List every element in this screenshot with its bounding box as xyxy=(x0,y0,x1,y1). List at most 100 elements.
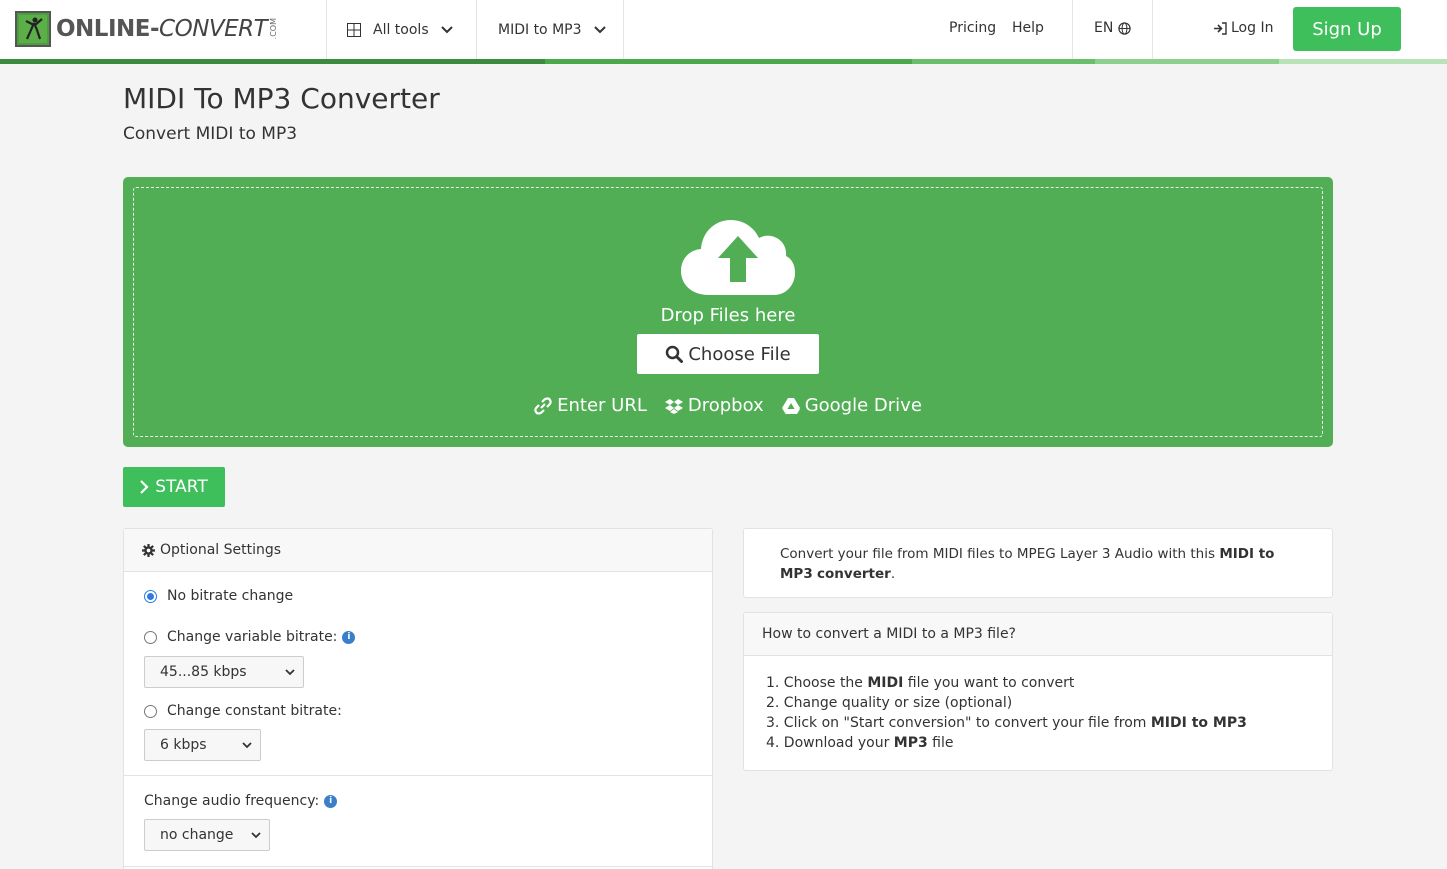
how-to-step: 2. Change quality or size (optional) xyxy=(766,695,1013,711)
progress-segment xyxy=(1279,59,1447,64)
audio-frequency-text: Change audio frequency: xyxy=(144,793,320,809)
chevron-down-icon xyxy=(593,25,606,33)
choose-file-button[interactable]: Choose File xyxy=(637,334,819,374)
how-to-step: 1. Choose the MIDI file you want to conv… xyxy=(766,673,1247,693)
language-label: EN xyxy=(1094,20,1114,36)
header-divider xyxy=(1152,0,1153,59)
step-text: file xyxy=(927,735,954,751)
all-tools-dropdown[interactable]: All tools xyxy=(347,0,453,59)
upload-sources: Enter URL Dropbox Google Drive xyxy=(134,395,1322,416)
variable-bitrate-option[interactable]: Change variable bitrate: i xyxy=(144,629,356,645)
no-bitrate-option[interactable]: No bitrate change xyxy=(144,588,293,604)
progress-stripe xyxy=(0,59,1447,64)
constant-bitrate-select[interactable]: 6 kbps xyxy=(144,729,261,761)
progress-segment xyxy=(912,59,1095,64)
search-icon xyxy=(666,345,684,363)
step-text: 4. Download your xyxy=(766,735,894,751)
how-to-step: 3. Click on "Start conversion" to conver… xyxy=(766,713,1247,733)
choose-file-label: Choose File xyxy=(688,343,791,365)
variable-bitrate-radio[interactable] xyxy=(144,630,157,644)
settings-divider xyxy=(124,775,712,776)
step-bold: MIDI xyxy=(867,675,904,691)
logo-alt-text: CONVERT xyxy=(159,16,268,42)
dropbox-icon xyxy=(664,398,683,414)
gear-icon xyxy=(142,543,155,557)
variable-bitrate-value: 45...85 kbps xyxy=(160,664,247,680)
how-to-step: 4. Download your MP3 file xyxy=(766,733,1247,753)
audio-frequency-value: no change xyxy=(160,827,234,843)
audio-frequency-label: Change audio frequency: i xyxy=(144,793,338,809)
step-bold: MIDI to MP3 xyxy=(1150,715,1247,731)
constant-bitrate-value: 6 kbps xyxy=(160,737,207,753)
step-text: 3. Click on "Start conversion" to conver… xyxy=(766,715,1151,731)
page-subtitle: Convert MIDI to MP3 xyxy=(123,124,298,144)
cloud-upload-icon xyxy=(681,220,795,295)
variable-bitrate-label: Change variable bitrate: xyxy=(167,629,338,645)
site-logo[interactable]: ONLINE-CONVERT .COM xyxy=(15,11,278,47)
google-drive-icon xyxy=(781,397,800,414)
all-tools-label: All tools xyxy=(373,21,429,38)
settings-title: Optional Settings xyxy=(160,542,282,558)
converter-dropdown[interactable]: MIDI to MP3 xyxy=(498,0,606,59)
header-divider xyxy=(476,0,477,59)
sign-in-icon xyxy=(1214,21,1227,35)
audio-frequency-select[interactable]: no change xyxy=(144,819,270,851)
step-bold: MP3 xyxy=(893,735,928,751)
description-bold-2: converter xyxy=(817,566,891,582)
progress-segment xyxy=(545,59,912,64)
constant-bitrate-radio[interactable] xyxy=(144,704,157,718)
language-selector[interactable]: EN xyxy=(1094,20,1132,36)
constant-bitrate-option[interactable]: Change constant bitrate: xyxy=(144,703,342,719)
step-text: file you want to convert xyxy=(903,675,1075,691)
chevron-down-icon xyxy=(440,25,453,33)
settings-divider xyxy=(124,866,712,867)
dropbox-label: Dropbox xyxy=(687,395,764,416)
chevron-down-icon xyxy=(242,741,252,748)
sign-up-button[interactable]: Sign Up xyxy=(1293,7,1401,51)
google-drive-button[interactable]: Google Drive xyxy=(781,395,922,416)
header-divider xyxy=(623,0,624,59)
login-label: Log In xyxy=(1231,20,1274,36)
enter-url-label: Enter URL xyxy=(557,395,647,416)
start-label: START xyxy=(155,477,208,497)
converter-description: Convert your file from MIDI files to MPE… xyxy=(743,528,1333,598)
enter-url-button[interactable]: Enter URL xyxy=(534,395,647,416)
logo-figure-icon xyxy=(15,11,51,47)
login-link[interactable]: Log In xyxy=(1213,20,1273,36)
info-icon[interactable]: i xyxy=(324,794,338,808)
link-icon xyxy=(534,396,552,415)
top-header: ONLINE-CONVERT .COM All tools MIDI to MP… xyxy=(0,0,1447,59)
dropbox-button[interactable]: Dropbox xyxy=(664,395,764,416)
google-drive-label: Google Drive xyxy=(804,395,922,416)
help-link[interactable]: Help xyxy=(1012,20,1044,36)
logo-main-text: ONLINE- xyxy=(56,16,160,42)
settings-header: Optional Settings xyxy=(124,529,712,572)
constant-bitrate-label: Change constant bitrate: xyxy=(167,703,342,719)
start-button[interactable]: START xyxy=(123,467,225,507)
progress-segment xyxy=(0,59,545,64)
grid-icon xyxy=(347,22,361,37)
file-drop-zone[interactable]: Drop Files here Choose File Enter URL Dr… xyxy=(123,177,1333,447)
description-end: . xyxy=(890,566,896,582)
globe-icon xyxy=(1118,21,1132,35)
how-to-steps: 1. Choose the MIDI file you want to conv… xyxy=(766,673,1247,753)
chevron-down-icon xyxy=(251,831,261,838)
no-bitrate-label: No bitrate change xyxy=(167,588,294,604)
how-to-panel: How to convert a MIDI to a MP3 file? 1. … xyxy=(743,612,1333,771)
page-title: MIDI To MP3 Converter xyxy=(123,82,440,115)
header-divider xyxy=(326,0,327,59)
no-bitrate-radio[interactable] xyxy=(144,589,157,603)
chevron-down-icon xyxy=(285,668,295,675)
step-text: 1. Choose the xyxy=(766,675,868,691)
logo-wordmark: ONLINE-CONVERT xyxy=(56,16,268,42)
chevron-right-icon xyxy=(140,480,149,494)
drop-zone-border: Drop Files here Choose File Enter URL Dr… xyxy=(133,187,1323,437)
logo-com-text: .COM xyxy=(269,18,279,40)
variable-bitrate-select[interactable]: 45...85 kbps xyxy=(144,656,304,688)
info-icon[interactable]: i xyxy=(342,630,356,644)
converter-menu-label: MIDI to MP3 xyxy=(498,21,582,38)
pricing-link[interactable]: Pricing xyxy=(949,20,996,36)
optional-settings-panel: Optional Settings No bitrate change Chan… xyxy=(123,528,713,869)
drop-files-text: Drop Files here xyxy=(660,305,796,326)
description-text: Convert your file from MIDI files to MPE… xyxy=(780,546,1220,562)
